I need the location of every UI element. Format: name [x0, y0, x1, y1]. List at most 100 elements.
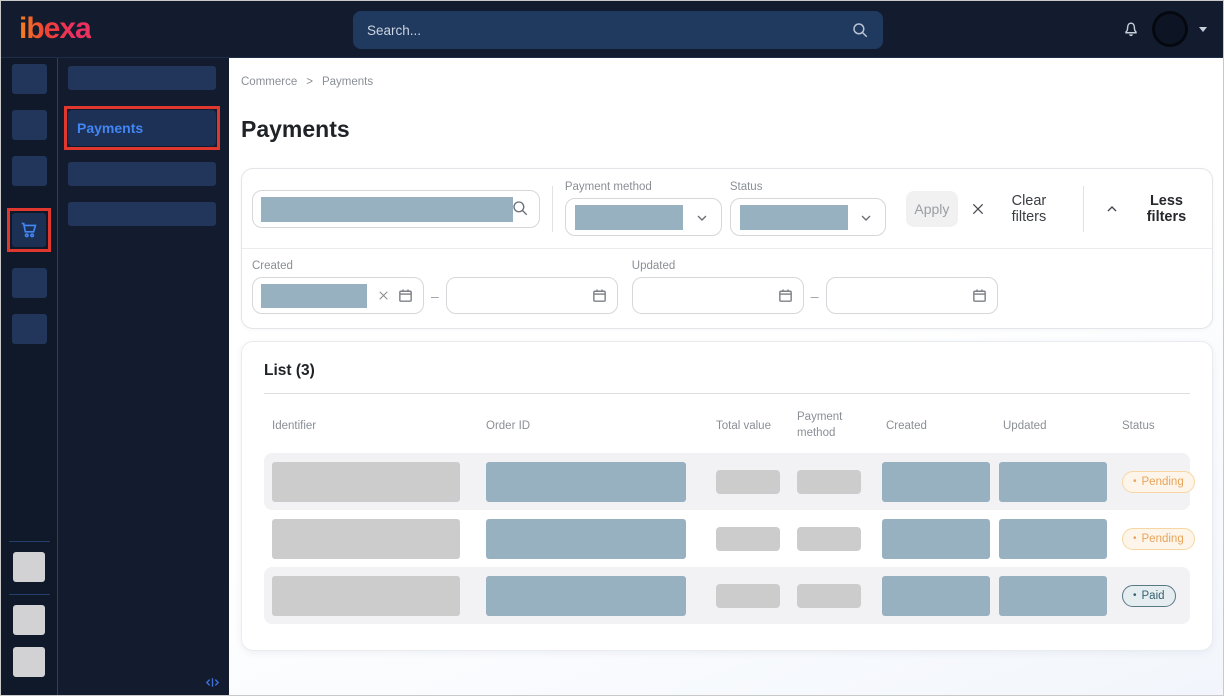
search-icon[interactable] [851, 21, 869, 39]
breadcrumb-payments: Payments [322, 76, 373, 88]
chevron-up-icon [1104, 201, 1120, 217]
list-divider [264, 393, 1190, 394]
status-dot-icon: • [1133, 534, 1137, 544]
created-label: Created [252, 260, 618, 272]
table-body: •Pending •Pending [264, 453, 1190, 624]
apply-button[interactable]: Apply [906, 191, 958, 227]
column-created: Created [882, 420, 999, 432]
status-filter: Status [730, 181, 886, 236]
redacted-selected-value [575, 205, 683, 230]
clear-filters-label: Clear filters [995, 193, 1063, 225]
sidebar-item-placeholder-1[interactable] [68, 66, 216, 90]
status-badge: •Paid [1122, 585, 1176, 607]
redacted-search-value [261, 197, 513, 222]
created-to-date-input[interactable] [446, 277, 618, 314]
updated-date-filter: Updated – [632, 260, 998, 314]
column-status: Status [1116, 420, 1190, 432]
app-window: ibexa [0, 0, 1224, 696]
redacted-payment-method [797, 584, 861, 608]
sidebar-item-placeholder-2[interactable] [68, 162, 216, 186]
updated-to-date-input[interactable] [826, 277, 998, 314]
redacted-total-value [716, 470, 780, 494]
payment-method-label: Payment method [565, 181, 722, 193]
user-menu-caret-icon[interactable] [1199, 27, 1207, 32]
breadcrumb-separator: > [306, 76, 313, 88]
updated-label: Updated [632, 260, 998, 272]
nav-icon-placeholder-1[interactable] [12, 64, 47, 94]
column-updated: Updated [999, 420, 1116, 432]
nav-icon-placeholder-5[interactable] [12, 314, 47, 344]
commerce-cart-nav-button[interactable] [12, 213, 46, 247]
breadcrumb-commerce[interactable]: Commerce [241, 76, 297, 88]
filters-panel: Payment method Status [241, 168, 1213, 329]
status-badge: •Pending [1122, 528, 1195, 550]
sidebar-item-payments[interactable]: Payments [68, 110, 216, 146]
breadcrumb: Commerce > Payments [241, 76, 1211, 88]
clear-date-icon[interactable] [377, 289, 390, 302]
nav-icon-placeholder-2[interactable] [12, 110, 47, 140]
less-filters-label: Less filters [1131, 193, 1202, 225]
chevron-down-icon [694, 210, 710, 226]
status-badge: •Pending [1122, 471, 1195, 493]
notifications-bell-icon[interactable] [1121, 19, 1141, 39]
filters-row-dates: Created – [242, 249, 1212, 328]
payments-list-panel: List (3) Identifier Order ID Total value… [241, 341, 1213, 651]
status-dot-icon: • [1133, 591, 1137, 601]
column-total-value: Total value [716, 420, 797, 432]
range-separator: – [811, 288, 819, 304]
payment-method-select[interactable] [565, 198, 722, 236]
annotation-highlight-commerce [7, 208, 51, 252]
rail-divider [9, 541, 50, 542]
sidebar-collapse-icon[interactable] [204, 674, 221, 691]
calendar-icon[interactable] [397, 287, 414, 304]
icon-rail [1, 58, 58, 695]
rail-bottom-placeholder-1[interactable] [13, 552, 45, 582]
chevron-down-icon [858, 210, 874, 226]
redacted-payment-method [797, 527, 861, 551]
redacted-created-date [882, 519, 990, 559]
rail-bottom-placeholder-2[interactable] [13, 605, 45, 635]
rail-bottom-placeholder-3[interactable] [13, 647, 45, 677]
status-dot-icon: • [1133, 477, 1137, 487]
created-date-filter: Created – [252, 260, 618, 314]
page-title: Payments [241, 116, 1211, 143]
table-row[interactable]: •Pending [264, 510, 1190, 567]
annotation-highlight-payments: Payments [64, 106, 220, 150]
updated-from-date-input[interactable] [632, 277, 804, 314]
redacted-payment-method [797, 470, 861, 494]
filter-search-field[interactable] [252, 190, 540, 228]
less-filters-button[interactable]: Less filters [1104, 193, 1202, 225]
table-row[interactable]: •Pending [264, 453, 1190, 510]
redacted-order-id [486, 576, 686, 616]
nav-icon-placeholder-4[interactable] [12, 268, 47, 298]
topbar: ibexa [1, 1, 1223, 58]
sidebar-item-placeholder-3[interactable] [68, 202, 216, 226]
redacted-identifier [272, 519, 460, 559]
filters-row-primary: Payment method Status [242, 169, 1212, 249]
calendar-icon[interactable] [591, 287, 608, 304]
ibexa-logo: ibexa [19, 12, 91, 46]
topbar-actions [1121, 14, 1207, 44]
cart-icon [18, 219, 40, 241]
calendar-icon[interactable] [777, 287, 794, 304]
global-search-input[interactable] [353, 23, 851, 38]
redacted-updated-date [999, 576, 1107, 616]
nav-icon-placeholder-3[interactable] [12, 156, 47, 186]
table-row[interactable]: •Paid [264, 567, 1190, 624]
created-from-date-input[interactable] [252, 277, 424, 314]
redacted-updated-date [999, 462, 1107, 502]
redacted-created-date [882, 462, 990, 502]
payment-method-filter: Payment method [565, 181, 722, 236]
redacted-identifier [272, 462, 460, 502]
vertical-divider [1083, 186, 1084, 232]
column-order-id: Order ID [486, 420, 716, 432]
redacted-created-date [882, 576, 990, 616]
calendar-icon[interactable] [971, 287, 988, 304]
status-select[interactable] [730, 198, 886, 236]
global-search[interactable] [353, 11, 883, 49]
column-payment-method: Payment method [797, 410, 859, 441]
table-header: Identifier Order ID Total value Payment … [264, 410, 1190, 441]
clear-filters-button[interactable]: Clear filters [970, 193, 1063, 225]
search-icon[interactable] [511, 199, 529, 217]
user-avatar[interactable] [1155, 14, 1185, 44]
